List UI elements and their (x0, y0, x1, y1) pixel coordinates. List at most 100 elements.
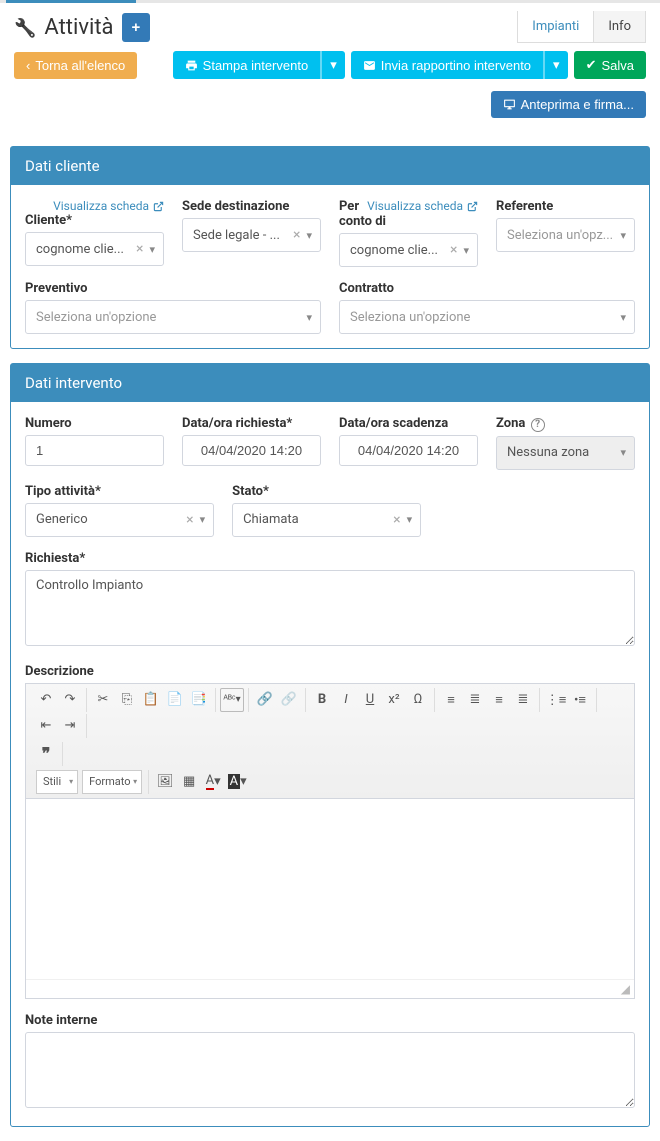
caret-down-icon: ▾ (200, 513, 206, 526)
header-tabs: Impianti Info (517, 11, 646, 43)
select-cliente[interactable]: cognome clie... × ▾ (25, 232, 164, 266)
tab-impianti[interactable]: Impianti (517, 11, 593, 43)
label-data-richiesta: Data/ora richiesta* (182, 416, 321, 431)
clear-icon[interactable]: × (136, 241, 143, 257)
select-perconto-value: cognome clie... (350, 243, 444, 258)
link-visualizza-cliente[interactable]: Visualizza scheda (53, 199, 164, 213)
indent-right-icon[interactable]: ⇥ (58, 714, 82, 738)
cut-icon[interactable]: ✂ (91, 688, 115, 712)
paste-icon[interactable]: 📋 (139, 688, 163, 712)
editor-resize-handle[interactable]: ◢ (26, 979, 634, 998)
blockquote-icon[interactable]: ❞ (34, 742, 58, 766)
label-sede: Sede destinazione (182, 199, 321, 214)
preview-sign-button[interactable]: Anteprima e firma... (491, 91, 646, 118)
label-zona-text: Zona (496, 416, 525, 431)
numbered-list-icon[interactable]: ⋮≡ (544, 688, 568, 712)
caret-down-icon: ▾ (306, 311, 312, 324)
align-center-icon[interactable]: ≣ (463, 688, 487, 712)
select-tipo-attivita[interactable]: Generico × ▾ (25, 503, 214, 537)
text-color-icon[interactable]: A▾ (201, 770, 225, 794)
print-button-group: Stampa intervento ▾ (173, 51, 345, 79)
caret-down-icon: ▾ (620, 311, 626, 324)
clear-icon[interactable]: × (393, 512, 400, 528)
action-bar-2: Anteprima e firma... (0, 85, 660, 132)
link-visualizza-perconto[interactable]: Visualizza scheda (367, 199, 478, 213)
underline-icon[interactable]: U (358, 688, 382, 712)
editor-content[interactable] (26, 799, 634, 979)
label-data-scadenza: Data/ora scadenza (339, 416, 478, 431)
link-label: Visualizza scheda (53, 199, 149, 213)
align-justify-icon[interactable]: ≣ (511, 688, 535, 712)
label-note-interne: Note interne (25, 1013, 635, 1028)
bold-icon[interactable]: B (310, 688, 334, 712)
label-preventivo: Preventivo (25, 281, 321, 296)
select-referente[interactable]: Seleziona un'opz... ▾ (496, 218, 635, 252)
tab-info[interactable]: Info (593, 11, 646, 43)
clear-icon[interactable]: × (186, 512, 193, 528)
undo-icon[interactable]: ↶ (34, 688, 58, 712)
back-button-label: Torna all'elenco (35, 58, 125, 73)
select-sede[interactable]: Sede legale - ... × ▾ (182, 218, 321, 252)
select-contratto-placeholder: Seleziona un'opzione (350, 310, 614, 325)
mail-icon (363, 59, 376, 72)
textarea-richiesta[interactable] (25, 570, 635, 646)
help-icon[interactable]: ? (531, 418, 545, 432)
textarea-note-interne[interactable] (25, 1032, 635, 1108)
bg-color-icon[interactable]: A▾ (225, 770, 249, 794)
back-button[interactable]: ‹ Torna all'elenco (14, 52, 137, 79)
table-icon[interactable]: ▦ (177, 770, 201, 794)
indent-left-icon[interactable]: ⇤ (34, 714, 58, 738)
external-link-icon (467, 201, 478, 212)
select-tipo-value: Generico (36, 512, 180, 527)
print-dropdown-toggle[interactable]: ▾ (320, 51, 345, 79)
add-button[interactable]: + (122, 13, 151, 42)
unlink-icon[interactable]: 🔗 (277, 688, 301, 712)
input-data-richiesta[interactable] (182, 435, 321, 466)
rich-text-editor: ↶ ↷ ✂ ⎘ 📋 📄 📑 ᴬᴮᶜ▾ (25, 683, 635, 999)
send-button[interactable]: Invia rapportino intervento (351, 51, 543, 79)
spellcheck-icon[interactable]: ᴬᴮᶜ▾ (220, 688, 244, 712)
select-stato[interactable]: Chiamata × ▾ (232, 503, 421, 537)
caret-down-icon: ▾ (463, 244, 469, 257)
link-label: Visualizza scheda (367, 199, 463, 213)
select-referente-placeholder: Seleziona un'opz... (507, 228, 614, 243)
superscript-icon[interactable]: x² (382, 688, 406, 712)
select-sede-value: Sede legale - ... (193, 228, 287, 243)
page-title: Attività + (14, 13, 150, 42)
image-icon[interactable]: 🖼 (153, 770, 177, 794)
label-richiesta: Richiesta* (25, 551, 635, 566)
external-link-icon (153, 201, 164, 212)
clear-icon[interactable]: × (293, 227, 300, 243)
check-icon: ✔ (586, 57, 597, 73)
align-left-icon[interactable]: ≡ (439, 688, 463, 712)
panel-dati-cliente-header: Dati cliente (11, 147, 649, 185)
specialchar-icon[interactable]: Ω (406, 688, 430, 712)
align-right-icon[interactable]: ≡ (487, 688, 511, 712)
select-preventivo[interactable]: Seleziona un'opzione ▾ (25, 300, 321, 334)
select-perconto[interactable]: cognome clie... × ▾ (339, 233, 478, 267)
paste-text-icon[interactable]: 📄 (163, 688, 187, 712)
panel-dati-intervento: Dati intervento Numero Data/ora richiest… (10, 363, 650, 1127)
input-data-scadenza[interactable] (339, 435, 478, 466)
select-zona[interactable]: Nessuna zona ▾ (496, 436, 635, 470)
select-stili[interactable]: Stili (36, 770, 78, 794)
select-formato[interactable]: Formato (82, 770, 142, 794)
select-contratto[interactable]: Seleziona un'opzione ▾ (339, 300, 635, 334)
caret-down-icon: ▾ (330, 57, 337, 73)
caret-down-icon: ▾ (620, 229, 626, 242)
clear-icon[interactable]: × (450, 242, 457, 258)
print-button[interactable]: Stampa intervento (173, 51, 321, 79)
link-icon[interactable]: 🔗 (253, 688, 277, 712)
label-contratto: Contratto (339, 281, 635, 296)
label-referente: Referente (496, 199, 635, 214)
copy-icon[interactable]: ⎘ (115, 688, 139, 712)
editor-toolbar: ↶ ↷ ✂ ⎘ 📋 📄 📑 ᴬᴮᶜ▾ (26, 684, 634, 799)
send-dropdown-toggle[interactable]: ▾ (543, 51, 568, 79)
input-numero[interactable] (25, 435, 164, 466)
italic-icon[interactable]: I (334, 688, 358, 712)
redo-icon[interactable]: ↷ (58, 688, 82, 712)
save-button[interactable]: ✔ Salva (574, 51, 646, 79)
label-descrizione: Descrizione (25, 664, 635, 679)
paste-word-icon[interactable]: 📑 (187, 688, 211, 712)
bulleted-list-icon[interactable]: •≡ (568, 688, 592, 712)
